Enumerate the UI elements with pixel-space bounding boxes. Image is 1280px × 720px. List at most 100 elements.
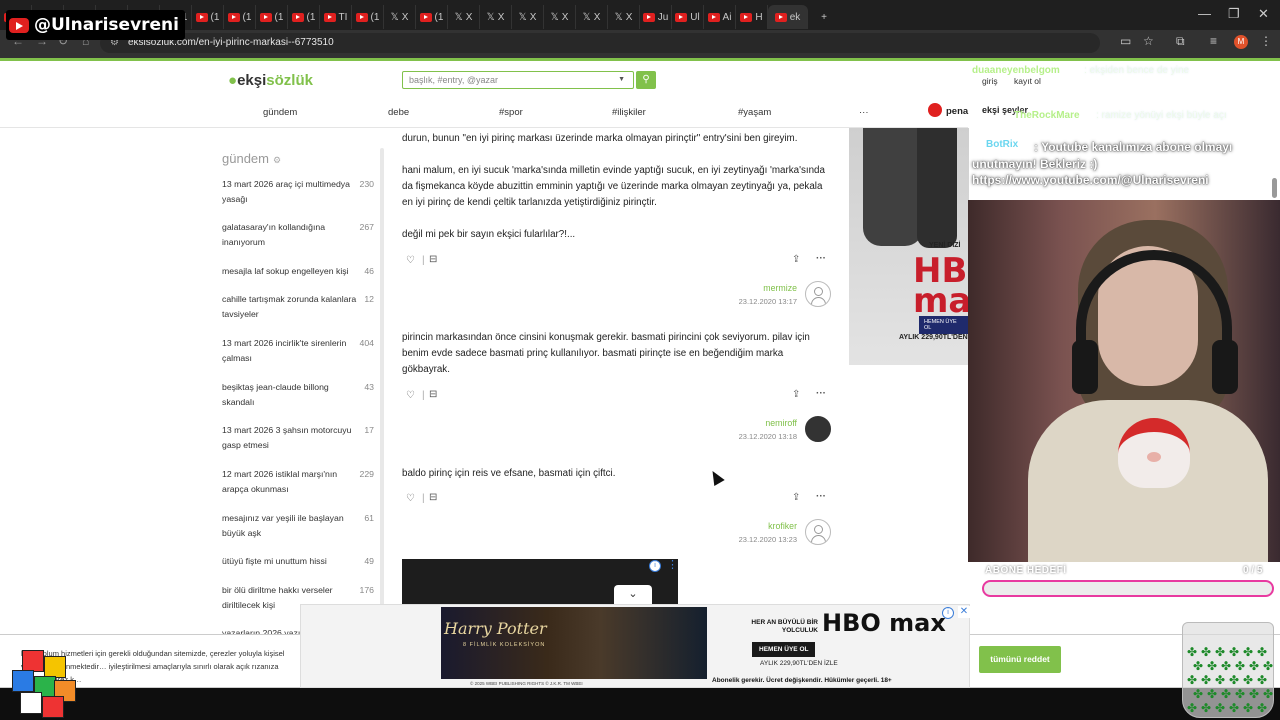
- browser-tab[interactable]: (1: [288, 5, 320, 29]
- login-link[interactable]: giriş: [982, 76, 998, 86]
- entry-date[interactable]: 23.12.2020 13:23: [677, 535, 797, 544]
- profile-avatar[interactable]: M: [1234, 35, 1248, 49]
- ad-collapse-chevron-icon[interactable]: ⌄: [614, 585, 652, 604]
- bottom-black-strip: [0, 688, 1280, 720]
- search-input[interactable]: başlık, #entry, @yazar ▼: [402, 71, 634, 89]
- share-icon[interactable]: ⇪: [792, 389, 800, 400]
- browser-tab[interactable]: 𝕏X: [512, 5, 544, 29]
- favorite-heart-icon[interactable]: ♡: [406, 390, 415, 401]
- page-scrollbar[interactable]: [1272, 178, 1277, 198]
- browser-tab[interactable]: TI: [320, 5, 352, 29]
- sidebar-topic-link[interactable]: cahille tartışmak zorunda kalanlara tavs…: [222, 292, 358, 322]
- nav-pena[interactable]: pena: [946, 106, 968, 117]
- search-dropdown-caret-icon[interactable]: ▼: [618, 72, 625, 88]
- share-icon[interactable]: ⇪: [792, 254, 800, 265]
- tab-label: Ai: [722, 11, 732, 23]
- sidebar-topic-link[interactable]: galatasaray'ın kollandığına inanıyorum: [222, 220, 358, 250]
- browser-tab[interactable]: 𝕏X: [544, 5, 576, 29]
- close-window-icon[interactable]: ✕: [1258, 6, 1269, 22]
- ad-cta-button[interactable]: HEMEN ÜYE OL: [752, 642, 816, 657]
- gear-icon[interactable]: ⚙: [273, 155, 281, 165]
- youtube-icon: [707, 12, 720, 22]
- browser-tab[interactable]: (1: [352, 5, 384, 29]
- browser-tab[interactable]: (1: [224, 5, 256, 29]
- browser-tab[interactable]: ek: [768, 5, 808, 29]
- favorite-heart-icon[interactable]: ♡: [406, 493, 415, 504]
- downvote-icon[interactable]: ⊟: [429, 492, 437, 503]
- entry-date[interactable]: 23.12.2020 13:18: [677, 432, 797, 441]
- sidebar-title[interactable]: gündem ⚙: [222, 151, 281, 166]
- sidebar-topic-link[interactable]: 13 mart 2026 incirlik'te sirenlerin çalm…: [222, 336, 358, 366]
- author-avatar[interactable]: [805, 519, 831, 545]
- browser-tab[interactable]: Ul: [672, 5, 704, 29]
- extensions-icon[interactable]: ⧉: [1176, 34, 1185, 49]
- browser-tab[interactable]: Ju: [640, 5, 672, 29]
- site-logo[interactable]: ●ekşisözlük: [228, 72, 313, 89]
- ad-info-icon[interactable]: i: [942, 607, 954, 619]
- clover-icon: ✤: [1201, 645, 1212, 659]
- share-icon[interactable]: ⇪: [792, 492, 800, 503]
- minimize-icon[interactable]: —: [1198, 6, 1211, 21]
- browser-tab[interactable]: 𝕏X: [448, 5, 480, 29]
- nav-yasam[interactable]: #yaşam: [738, 107, 771, 118]
- nav-debe[interactable]: debe: [388, 107, 409, 118]
- media-icon[interactable]: ≡: [1210, 34, 1217, 48]
- clover-jar-icon: ✤ ✤ ✤ ✤ ✤ ✤ ✤ ✤ ✤ ✤ ✤ ✤ ✤ ✤ ✤ ✤ ✤ ✤ ✤ ✤ ✤ ✤ ✤ ✤ ✤ ✤ ✤ ✤ ✤ ✤: [1182, 622, 1274, 718]
- nav-spor[interactable]: #spor: [499, 107, 523, 118]
- url-input[interactable]: ⚙ eksisozluk.com/en-iyi-pirinc-markasi--…: [100, 33, 1100, 53]
- ad-menu-icon[interactable]: ⋮: [667, 558, 678, 571]
- ad-close-icon[interactable]: ✕: [958, 606, 970, 618]
- browser-tab[interactable]: 𝕏X: [608, 5, 640, 29]
- browser-tab[interactable]: (1: [256, 5, 288, 29]
- downvote-icon[interactable]: ⊟: [429, 254, 437, 265]
- more-options-icon[interactable]: ···: [816, 253, 826, 264]
- youtube-icon: [774, 12, 787, 22]
- tab-label: Ul: [690, 11, 700, 23]
- sidebar-topic-link[interactable]: 13 mart 2026 3 şahsın motorcuyu gasp etm…: [222, 423, 358, 453]
- sidebar-topic-link[interactable]: beşiktaş jean-claude billong skandalı: [222, 380, 358, 410]
- sidebar-topic-link[interactable]: 13 mart 2026 araç içi multimedya yasağı: [222, 177, 358, 207]
- browser-tab-strip: (1(1(1(1(1(1(1(1(1(1TI(1𝕏X(1𝕏X𝕏X𝕏X𝕏X𝕏X𝕏X…: [0, 0, 1280, 30]
- sidebar-topic-count: 17: [364, 425, 374, 435]
- sidebar-topic-link[interactable]: ütüyü fişte mi unuttum hissi: [222, 554, 358, 569]
- clover-icon: ✤: [1221, 659, 1232, 673]
- bookmark-star-icon[interactable]: ☆: [1143, 34, 1154, 48]
- maximize-icon[interactable]: ❐: [1228, 6, 1240, 22]
- browser-tab[interactable]: 𝕏X: [576, 5, 608, 29]
- entry-date[interactable]: 23.12.2020 13:17: [677, 297, 797, 306]
- search-placeholder: başlık, #entry, @yazar: [409, 75, 499, 85]
- youtube-icon: [227, 12, 240, 22]
- action-divider: |: [422, 255, 425, 266]
- author-avatar[interactable]: [805, 281, 831, 307]
- sidebar-advertisement[interactable]: YENİ DİZİ HBO max HEMEN ÜYE OL AYLIK 229…: [849, 128, 969, 365]
- reject-all-button[interactable]: tümünü reddet: [979, 646, 1061, 673]
- nav-more[interactable]: ···: [859, 107, 869, 118]
- sidebar-scrollbar[interactable]: [380, 148, 384, 608]
- search-button[interactable]: ⚲: [636, 71, 656, 89]
- browser-tab[interactable]: 𝕏X: [384, 5, 416, 29]
- downvote-icon[interactable]: ⊟: [429, 389, 437, 400]
- sidebar-topic-link[interactable]: 12 mart 2026 istiklal marşı'nın arapça o…: [222, 467, 358, 497]
- entry-author[interactable]: mermize: [677, 283, 797, 293]
- nav-gundem[interactable]: gündem: [263, 107, 297, 118]
- more-options-icon[interactable]: ···: [816, 491, 826, 502]
- browser-tab[interactable]: Ai: [704, 5, 736, 29]
- sidebar-topic-link[interactable]: mesajla laf sokup engelleyen kişi: [222, 264, 358, 279]
- entry-author[interactable]: krofiker: [677, 521, 797, 531]
- ad-cta-button[interactable]: HEMEN ÜYE OL: [919, 316, 969, 334]
- nav-iliskiler[interactable]: #ilişkiler: [612, 107, 646, 118]
- favorite-heart-icon[interactable]: ♡: [406, 255, 415, 266]
- ad-info-icon[interactable]: i: [649, 560, 661, 572]
- new-tab-icon[interactable]: +: [808, 5, 840, 29]
- browser-tab[interactable]: (1: [192, 5, 224, 29]
- cast-icon[interactable]: ▭: [1120, 34, 1131, 48]
- entry-author[interactable]: nemiroff: [677, 418, 797, 428]
- browser-tab[interactable]: (1: [416, 5, 448, 29]
- register-link[interactable]: kayıt ol: [1014, 76, 1041, 86]
- browser-tab[interactable]: 𝕏X: [480, 5, 512, 29]
- more-options-icon[interactable]: ···: [816, 388, 826, 399]
- browser-menu-icon[interactable]: ⋮: [1260, 34, 1272, 48]
- sidebar-topic-link[interactable]: mesajınız var yeşili ile başlayan büyük …: [222, 511, 358, 541]
- browser-tab[interactable]: H: [736, 5, 768, 29]
- author-avatar[interactable]: [805, 416, 831, 442]
